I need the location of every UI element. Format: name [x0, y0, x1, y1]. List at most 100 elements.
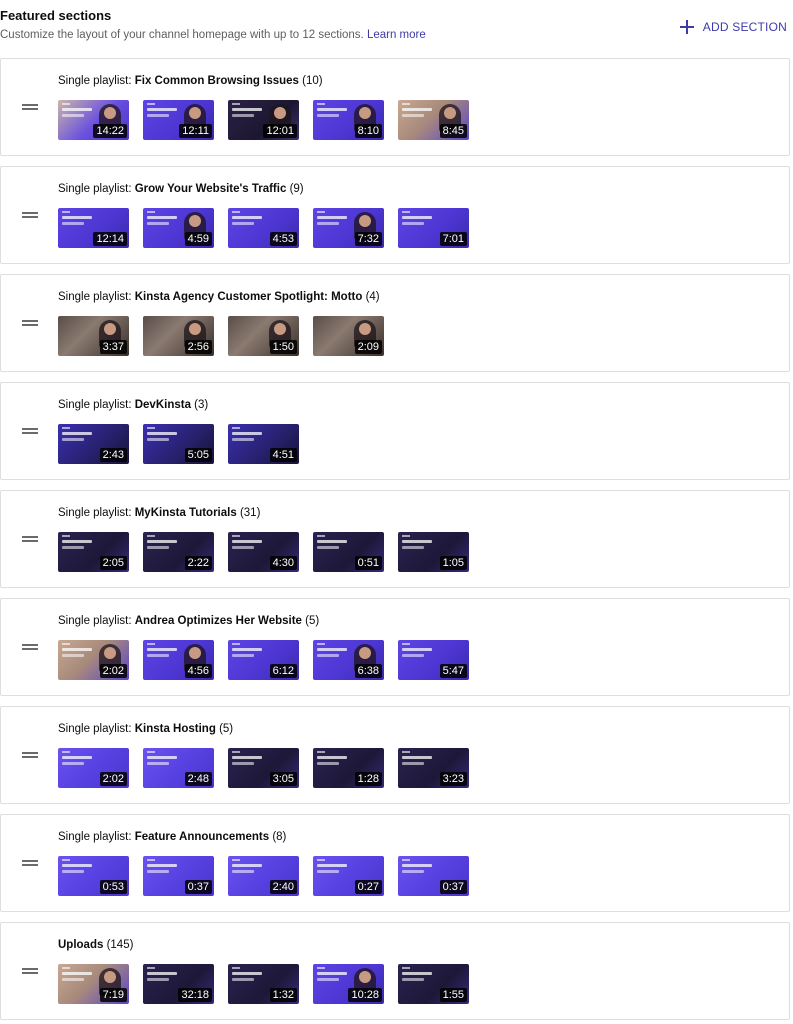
drag-handle-icon[interactable] [22, 212, 38, 219]
video-thumbnail[interactable]: 14:22 [58, 100, 129, 140]
thumbnail-text-decoration [147, 972, 177, 975]
video-thumbnail[interactable]: 7:01 [398, 208, 469, 248]
video-thumbnail[interactable]: 4:59 [143, 208, 214, 248]
section-playlist-name: Kinsta Agency Customer Spotlight: Motto [134, 291, 363, 303]
section-type-prefix: Single playlist: [58, 75, 135, 87]
video-thumbnail[interactable]: 2:22 [143, 532, 214, 572]
video-thumbnail[interactable]: 2:40 [228, 856, 299, 896]
thumbnail-text-decoration [232, 978, 254, 981]
video-thumbnail[interactable]: 2:02 [58, 748, 129, 788]
video-thumbnail[interactable]: 0:37 [143, 856, 214, 896]
video-thumbnail[interactable]: 1:55 [398, 964, 469, 1004]
video-thumbnail[interactable]: 6:12 [228, 640, 299, 680]
thumbnail-text-decoration [402, 756, 432, 759]
featured-section[interactable]: Single playlist: DevKinsta (3) 2:43 5:05 4:… [0, 382, 790, 480]
drag-handle-icon[interactable] [22, 752, 38, 759]
thumbnail-text-decoration [232, 864, 262, 867]
drag-handle-icon[interactable] [22, 428, 38, 435]
thumbnail-text-decoration [232, 216, 262, 219]
video-thumbnail[interactable]: 4:53 [228, 208, 299, 248]
video-thumbnail[interactable]: 0:51 [313, 532, 384, 572]
featured-section[interactable]: Single playlist: Kinsta Agency Customer … [0, 274, 790, 372]
featured-section[interactable]: Uploads (145) 7:19 32:18 1:32 10:28 1:55 [0, 922, 790, 1020]
video-thumbnail[interactable]: 12:14 [58, 208, 129, 248]
thumbnail-text-decoration [147, 216, 177, 219]
featured-section[interactable]: Single playlist: MyKinsta Tutorials (31)… [0, 490, 790, 588]
video-thumbnail[interactable]: 12:11 [143, 100, 214, 140]
video-thumbnail[interactable]: 2:43 [58, 424, 129, 464]
video-thumbnail[interactable]: 1:50 [228, 316, 299, 356]
thumbnail-text-decoration [232, 103, 240, 105]
video-thumbnail[interactable]: 4:30 [228, 532, 299, 572]
section-type-prefix: Single playlist: [58, 183, 135, 195]
thumbnail-text-decoration [147, 870, 169, 873]
thumbnail-text-decoration [317, 859, 325, 861]
learn-more-link[interactable]: Learn more [367, 29, 426, 41]
thumbnail-text-decoration [147, 648, 177, 651]
video-duration-badge: 0:37 [439, 880, 467, 894]
video-thumbnail[interactable]: 2:56 [143, 316, 214, 356]
featured-section[interactable]: Single playlist: Fix Common Browsing Iss… [0, 58, 790, 156]
video-thumbnail[interactable]: 3:05 [228, 748, 299, 788]
drag-handle-icon[interactable] [22, 860, 38, 867]
video-thumbnail[interactable]: 5:47 [398, 640, 469, 680]
section-title: Uploads (145) [58, 939, 133, 951]
featured-section[interactable]: Single playlist: Grow Your Website's Tra… [0, 166, 790, 264]
thumbnail-text-decoration [232, 546, 254, 549]
video-thumbnail[interactable]: 2:05 [58, 532, 129, 572]
section-video-count: (9) [289, 183, 304, 195]
thumbnail-text-decoration [317, 751, 325, 753]
section-type-prefix: Single playlist: [58, 291, 135, 303]
thumbnail-text-decoration [402, 535, 410, 537]
video-thumbnail[interactable]: 6:38 [313, 640, 384, 680]
video-thumbnail[interactable]: 3:37 [58, 316, 129, 356]
video-thumbnail[interactable]: 4:51 [228, 424, 299, 464]
thumbnail-text-decoration [402, 108, 432, 111]
featured-section[interactable]: Single playlist: Andrea Optimizes Her We… [0, 598, 790, 696]
drag-handle-icon[interactable] [22, 536, 38, 543]
video-duration-badge: 5:47 [439, 664, 467, 678]
drag-handle-icon[interactable] [22, 320, 38, 327]
video-thumbnail[interactable]: 7:32 [313, 208, 384, 248]
section-video-count: (3) [194, 399, 209, 411]
thumbnail-text-decoration [402, 643, 410, 645]
video-thumbnail[interactable]: 4:56 [143, 640, 214, 680]
featured-section[interactable]: Single playlist: Feature Announcements (… [0, 814, 790, 912]
video-duration-badge: 4:30 [269, 556, 297, 570]
drag-handle-icon[interactable] [22, 644, 38, 651]
video-thumbnail[interactable]: 8:10 [313, 100, 384, 140]
video-thumbnail[interactable]: 3:23 [398, 748, 469, 788]
video-thumbnail[interactable]: 1:32 [228, 964, 299, 1004]
video-thumbnail[interactable]: 2:09 [313, 316, 384, 356]
thumbnail-text-decoration [402, 859, 410, 861]
video-thumbnail[interactable]: 7:19 [58, 964, 129, 1004]
video-thumbnail[interactable]: 2:02 [58, 640, 129, 680]
thumbnail-text-decoration [62, 222, 84, 225]
video-thumbnail[interactable]: 8:45 [398, 100, 469, 140]
thumbnail-text-decoration [232, 643, 240, 645]
video-thumbnail[interactable]: 10:28 [313, 964, 384, 1004]
thumbnail-text-decoration [147, 103, 155, 105]
video-thumbnail[interactable]: 0:53 [58, 856, 129, 896]
video-thumbnail[interactable]: 1:28 [313, 748, 384, 788]
thumbnail-text-decoration [402, 546, 424, 549]
video-thumbnail[interactable]: 32:18 [143, 964, 214, 1004]
video-duration-badge: 3:05 [269, 772, 297, 786]
video-thumbnail[interactable]: 5:05 [143, 424, 214, 464]
thumbnail-text-decoration [232, 762, 254, 765]
page-header: Featured sections Customize the layout o… [0, 0, 793, 52]
video-thumbnail[interactable]: 2:48 [143, 748, 214, 788]
thumbnail-text-decoration [232, 540, 262, 543]
drag-handle-icon[interactable] [22, 104, 38, 111]
video-thumbnail[interactable]: 12:01 [228, 100, 299, 140]
video-thumbnail[interactable]: 0:37 [398, 856, 469, 896]
add-section-button[interactable]: ADD SECTION [679, 20, 787, 34]
section-playlist-name: Kinsta Hosting [134, 723, 216, 735]
thumbnail-text-decoration [402, 222, 424, 225]
video-thumbnail[interactable]: 1:05 [398, 532, 469, 572]
drag-handle-icon[interactable] [22, 968, 38, 975]
page-subtitle: Customize the layout of your channel hom… [0, 29, 426, 41]
video-thumbnail[interactable]: 0:27 [313, 856, 384, 896]
video-duration-badge: 12:01 [263, 124, 297, 138]
featured-section[interactable]: Single playlist: Kinsta Hosting (5) 2:02 2… [0, 706, 790, 804]
